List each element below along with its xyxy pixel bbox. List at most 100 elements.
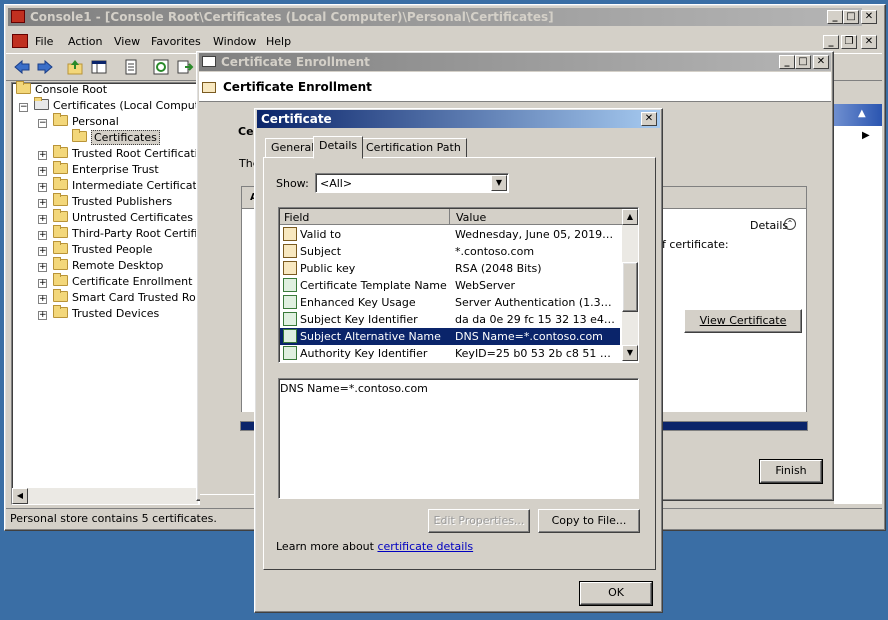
ok-button[interactable]: OK — [579, 581, 653, 606]
tree-store-item[interactable]: + Intermediate Certification — [38, 177, 214, 194]
scroll-down-arrow[interactable]: ▼ — [622, 345, 638, 361]
folder-icon — [53, 113, 68, 126]
expand-icon[interactable]: + — [38, 263, 47, 272]
column-value-header[interactable]: Value — [456, 211, 486, 224]
menu-action[interactable]: Action — [68, 35, 102, 48]
column-field-header[interactable]: Field — [284, 211, 309, 224]
up-folder-icon[interactable] — [66, 58, 84, 76]
back-arrow-icon[interactable] — [13, 58, 31, 76]
view-certificate-button[interactable]: View Certificate — [684, 309, 802, 333]
tab-details[interactable]: Details — [313, 136, 364, 159]
scroll-left-arrow[interactable]: ◀ — [12, 488, 28, 504]
tree-store-item[interactable]: + Third-Party Root Certifica — [38, 225, 210, 242]
certificate-icon — [202, 56, 216, 67]
details-expand-icon[interactable]: ⌃ — [784, 218, 796, 230]
console-icon — [12, 34, 28, 48]
edit-properties-button[interactable]: Edit Properties... — [428, 509, 530, 533]
expand-icon[interactable]: + — [38, 151, 47, 160]
list-item[interactable]: Enhanced Key Usage Server Authentication … — [280, 294, 620, 311]
tree-store-item[interactable]: + Smart Card Trusted Roots — [38, 289, 213, 306]
scroll-up-arrow[interactable]: ▲ — [622, 209, 638, 225]
enrollment-minimize-button[interactable]: _ — [779, 55, 795, 69]
expand-icon[interactable]: + — [38, 167, 47, 176]
menu-view[interactable]: View — [114, 35, 140, 48]
tree-personal-certificates[interactable]: Certificates — [72, 129, 160, 146]
menu-help[interactable]: Help — [266, 35, 291, 48]
list-item[interactable]: Valid to Wednesday, June 05, 2019 6:... — [280, 226, 620, 243]
enrollment-maximize-button[interactable]: □ — [795, 55, 811, 69]
tree-certificates-local[interactable]: − Certificates (Local Computer) — [19, 97, 215, 114]
expand-icon[interactable]: + — [38, 247, 47, 256]
list-item[interactable]: Subject *.contoso.com — [280, 243, 620, 260]
learn-more-prefix: Learn more about — [276, 540, 378, 553]
expand-icon[interactable]: + — [38, 199, 47, 208]
child-close-button[interactable]: ✕ — [861, 35, 877, 49]
certificate-field-icon — [283, 261, 297, 275]
chevron-down-icon[interactable]: ▼ — [491, 175, 507, 191]
mmc-app-icon — [11, 10, 25, 23]
tree-store-item[interactable]: + Trusted Root Certification — [38, 145, 211, 162]
certificate-details-link[interactable]: certificate details — [377, 540, 473, 553]
tree-store-item[interactable]: + Enterprise Trust — [38, 161, 159, 178]
finish-button[interactable]: Finish — [759, 459, 823, 484]
list-item[interactable]: Authority Key Identifier KeyID=25 b0 53 2… — [280, 345, 620, 362]
folder-icon — [53, 161, 68, 174]
collapse-arrow-icon[interactable]: ▲ — [858, 108, 866, 119]
list-item-selected[interactable]: Subject Alternative Name DNS Name=*.conto… — [280, 328, 620, 345]
list-vscroll-thumb[interactable] — [622, 262, 638, 312]
tree-store-item[interactable]: + Certificate Enrollment Rec — [38, 273, 216, 290]
extension-icon — [283, 312, 297, 326]
tree-store-item[interactable]: + Remote Desktop — [38, 257, 163, 274]
status-text: Personal store contains 5 certificates. — [10, 512, 217, 525]
properties-icon[interactable] — [122, 58, 140, 76]
list-item[interactable]: Certificate Template Name WebServer — [280, 277, 620, 294]
tree-store-item[interactable]: + Trusted People — [38, 241, 152, 258]
expand-icon[interactable]: + — [38, 231, 47, 240]
details-label[interactable]: Details — [750, 219, 788, 232]
show-hide-tree-icon[interactable] — [90, 58, 108, 76]
child-restore-button[interactable]: ❐ — [841, 35, 857, 49]
menu-favorites[interactable]: Favorites — [151, 35, 201, 48]
copy-to-file-button[interactable]: Copy to File... — [538, 509, 640, 533]
menu-window[interactable]: Window — [213, 35, 256, 48]
list-item[interactable]: Subject Key Identifier da da 0e 29 fc 15 … — [280, 311, 620, 328]
tree-personal[interactable]: − Personal — [38, 113, 119, 130]
maximize-button[interactable]: □ — [843, 10, 859, 24]
column-divider[interactable] — [449, 209, 450, 225]
menu-file[interactable]: File — [35, 35, 53, 48]
refresh-icon[interactable] — [152, 58, 170, 76]
folder-icon — [53, 209, 68, 222]
expand-icon[interactable]: + — [38, 311, 47, 320]
minimize-button[interactable]: _ — [827, 10, 843, 24]
expand-icon[interactable]: + — [38, 279, 47, 288]
expand-icon[interactable]: + — [38, 183, 47, 192]
tree-hscroll-track[interactable] — [28, 488, 198, 504]
show-select[interactable]: <All> ▼ — [315, 173, 509, 193]
enrollment-close-button[interactable]: ✕ — [813, 55, 829, 69]
learn-more-text: Learn more about certificate details — [276, 540, 473, 553]
tree-store-item[interactable]: + Trusted Publishers — [38, 193, 172, 210]
list-item[interactable]: Public key RSA (2048 Bits) — [280, 260, 620, 277]
forward-arrow-icon[interactable] — [36, 58, 54, 76]
close-button[interactable]: ✕ — [861, 10, 877, 24]
value-detail-text: DNS Name=*.contoso.com — [280, 382, 428, 395]
fields-list: Field Value Valid to Wednesday, June 05, … — [278, 207, 639, 363]
extension-icon — [283, 329, 297, 343]
child-minimize-button[interactable]: _ — [823, 35, 839, 49]
more-actions-arrow-icon[interactable]: ▶ — [862, 130, 870, 141]
collapse-icon[interactable]: − — [19, 103, 28, 112]
tree-console-root[interactable]: Console Root — [16, 81, 107, 98]
mmc-title: Console1 - [Console Root\Certificates (L… — [30, 10, 554, 24]
tab-certification-path[interactable]: Certification Path — [360, 138, 467, 158]
collapse-icon[interactable]: − — [38, 119, 47, 128]
value-detail-box[interactable]: DNS Name=*.contoso.com — [278, 378, 639, 499]
tree-store-item[interactable]: + Trusted Devices — [38, 305, 159, 322]
extension-icon — [283, 295, 297, 309]
tree-store-item[interactable]: + Untrusted Certificates — [38, 209, 193, 226]
export-list-icon[interactable] — [176, 58, 194, 76]
expand-icon[interactable]: + — [38, 215, 47, 224]
enrollment-titlebar: Certificate Enrollment — [199, 53, 831, 71]
certificate-close-button[interactable]: ✕ — [641, 112, 657, 126]
certificate-field-icon — [283, 244, 297, 258]
expand-icon[interactable]: + — [38, 295, 47, 304]
